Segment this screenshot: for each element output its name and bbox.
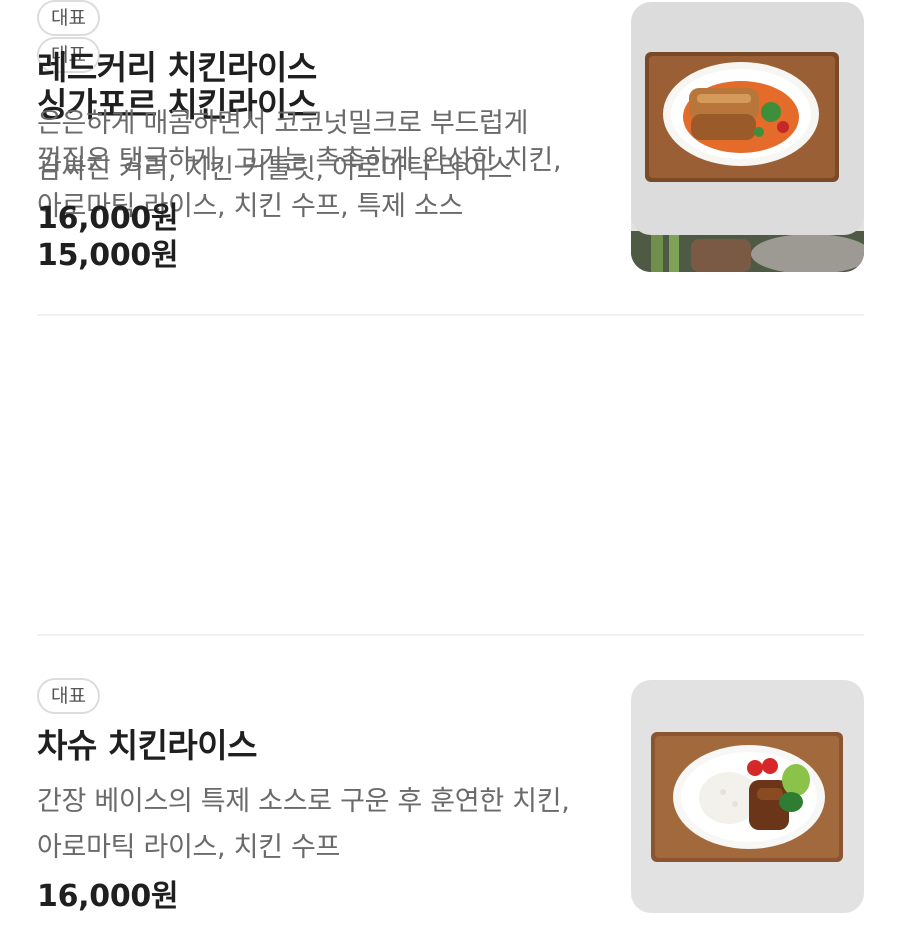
menu-item-price: 16,000원: [37, 201, 179, 236]
menu-item-photo[interactable]: [631, 2, 864, 235]
signature-badge: 대표: [37, 678, 100, 714]
menu-item-price: 15,000원: [37, 238, 179, 273]
menu-item-description: 은은하게 매콤하면서 코코넛밀크로 부드럽게 감싸진 커리, 치킨 커틀릿, 아…: [37, 108, 529, 185]
food-photo-plate-icon: [631, 680, 864, 913]
menu-list: 대표 싱가포르 치킨라이스 껍질은 탱글하게, 고기는 촉촉하게 완성한 치킨,…: [0, 0, 900, 951]
menu-item-red-curry-chicken-rice[interactable]: 대표 레드커리 치킨라이스 은은하게 매콤하면서 코코넛밀크로 부드럽게 감싸진…: [37, 0, 864, 236]
divider: [37, 314, 864, 316]
menu-item-chashu-chicken-rice[interactable]: 대표 차슈 치킨라이스 간장 베이스의 특제 소스로 구운 후 훈연한 치킨, …: [37, 678, 864, 914]
food-photo-curry-icon: [631, 2, 864, 235]
divider: [37, 634, 864, 636]
menu-item-title: 레드커리 치킨라이스: [37, 48, 317, 87]
menu-item-info: 대표 레드커리 치킨라이스 은은하게 매콤하면서 코코넛밀크로 부드럽게 감싸진…: [37, 0, 607, 239]
signature-badge: 대표: [37, 0, 100, 36]
menu-item-title: 차슈 치킨라이스: [37, 726, 258, 765]
menu-item-info: 대표 차슈 치킨라이스 간장 베이스의 특제 소스로 구운 후 훈연한 치킨, …: [37, 678, 607, 917]
menu-item-price: 16,000원: [37, 879, 179, 914]
menu-item-description: 간장 베이스의 특제 소스로 구운 후 훈연한 치킨, 아로마틱 라이스, 치킨…: [37, 786, 570, 863]
menu-item-photo[interactable]: [631, 680, 864, 913]
